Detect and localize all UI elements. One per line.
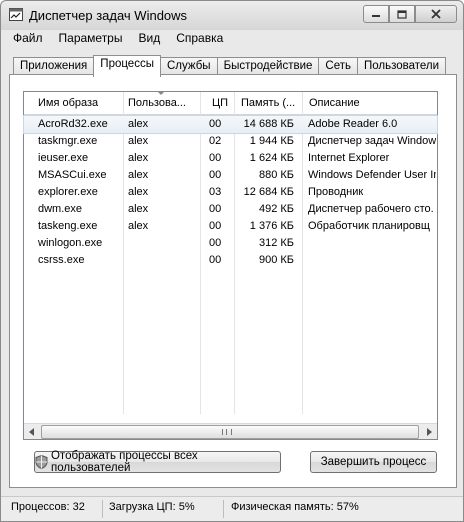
column-cpu[interactable]: ЦП: [212, 97, 232, 109]
column-header: Имя образа Пользова... ЦП Память (... Оп…: [24, 92, 437, 115]
process-memory: 900 КБ: [258, 254, 294, 266]
status-bar: Процессов: 32 Загрузка ЦП: 5% Физическая…: [1, 496, 463, 521]
process-name: explorer.exe: [38, 186, 98, 198]
process-memory: 12 684 КБ: [243, 186, 294, 198]
process-memory: 312 КБ: [258, 237, 294, 249]
process-description: Adobe Reader 6.0: [308, 118, 398, 130]
process-description: Обработчик планировщ: [308, 220, 430, 232]
maximize-icon: [397, 9, 407, 19]
process-user: alex: [128, 118, 149, 130]
arrow-right-icon: [427, 428, 432, 436]
title-bar: Диспетчер задач Windows: [1, 1, 463, 30]
column-description[interactable]: Описание: [309, 97, 429, 109]
end-process-button[interactable]: Завершить процесс: [310, 451, 437, 473]
show-all-users-processes-button[interactable]: Отображать процессы всех пользователей: [34, 450, 281, 474]
process-row[interactable]: taskeng.exe alex 00 1 376 КБ Обработчик …: [24, 218, 437, 235]
tab-strip: Приложения Процессы Службы Быстродействи…: [13, 55, 447, 77]
process-row[interactable]: dwm.exe alex 00 492 КБ Диспетчер рабочег…: [24, 201, 437, 218]
process-name: taskmgr.exe: [38, 135, 98, 147]
process-memory: 492 КБ: [258, 203, 294, 215]
close-icon: [431, 9, 441, 19]
process-memory: 1 944 КБ: [249, 135, 294, 147]
process-row[interactable]: csrss.exe 00 900 КБ: [24, 252, 437, 269]
column-user[interactable]: Пользова...: [128, 97, 196, 109]
process-row[interactable]: ieuser.exe alex 00 1 624 КБ Internet Exp…: [24, 150, 437, 167]
process-description: Диспетчер задач Window: [308, 135, 436, 147]
process-memory: 880 КБ: [258, 169, 294, 181]
process-list[interactable]: Имя образа Пользова... ЦП Память (... Оп…: [23, 91, 438, 440]
process-name: AcroRd32.exe: [38, 118, 108, 130]
sort-indicator-icon: [158, 92, 164, 95]
column-image-name[interactable]: Имя образа: [38, 97, 124, 109]
process-name: MSASCui.exe: [38, 169, 107, 181]
scrollbar-thumb[interactable]: [41, 425, 419, 439]
menu-file[interactable]: Файл: [5, 30, 51, 48]
process-user: alex: [128, 203, 149, 215]
status-physical-memory: Физическая память: 57%: [231, 501, 359, 513]
process-user: alex: [128, 220, 149, 232]
process-user: alex: [128, 186, 149, 198]
status-divider: [223, 500, 224, 518]
process-row[interactable]: winlogon.exe 00 312 КБ: [24, 235, 437, 252]
process-row[interactable]: taskmgr.exe alex 02 1 944 КБ Диспетчер з…: [24, 133, 437, 150]
status-divider: [102, 500, 103, 518]
task-manager-app-icon: [9, 8, 23, 21]
process-user: alex: [128, 135, 149, 147]
show-all-users-processes-label: Отображать процессы всех пользователей: [50, 450, 198, 474]
end-process-label: Завершить процесс: [320, 456, 427, 468]
minimize-button[interactable]: [363, 5, 389, 23]
process-row[interactable]: explorer.exe alex 03 12 684 КБ Проводник: [24, 184, 437, 201]
menu-bar: Файл Параметры Вид Справка: [5, 30, 231, 48]
menu-help[interactable]: Справка: [168, 30, 231, 48]
scroll-right-button[interactable]: [421, 424, 437, 440]
scrollbar-grip-icon: [222, 429, 232, 435]
process-rows: AcroRd32.exe alex 00 14 688 КБ Adobe Rea…: [23, 115, 438, 269]
process-name: ieuser.exe: [38, 152, 89, 164]
minimize-icon: [372, 15, 380, 17]
process-description: Проводник: [308, 186, 364, 198]
process-memory: 14 688 КБ: [243, 118, 294, 130]
arrow-left-icon: [29, 428, 34, 436]
close-button[interactable]: [415, 5, 457, 23]
process-row[interactable]: MSASCui.exe alex 00 880 КБ Windows Defen…: [24, 167, 437, 184]
process-memory: 1 376 КБ: [249, 220, 294, 232]
process-user: alex: [128, 152, 149, 164]
process-memory: 1 624 КБ: [249, 152, 294, 164]
status-cpu-usage: Загрузка ЦП: 5%: [109, 501, 195, 513]
menu-view[interactable]: Вид: [130, 30, 168, 48]
process-description: Internet Explorer: [308, 152, 390, 164]
process-user: alex: [128, 169, 149, 181]
menu-options[interactable]: Параметры: [51, 30, 131, 48]
column-memory[interactable]: Память (...: [241, 97, 301, 109]
maximize-button[interactable]: [389, 5, 415, 23]
process-description: Windows Defender User In: [308, 169, 436, 181]
window-title: Диспетчер задач Windows: [29, 8, 188, 23]
task-manager-window: Диспетчер задач Windows Файл Параметры В…: [0, 0, 464, 522]
process-name: csrss.exe: [38, 254, 85, 266]
scroll-left-button[interactable]: [24, 424, 40, 440]
process-name: winlogon.exe: [38, 237, 103, 249]
process-row[interactable]: AcroRd32.exe alex 00 14 688 КБ Adobe Rea…: [23, 115, 438, 134]
status-process-count: Процессов: 32: [11, 501, 85, 513]
process-name: dwm.exe: [38, 203, 83, 215]
window-controls: [363, 5, 457, 24]
tab-processes[interactable]: Процессы: [93, 55, 161, 77]
process-description: Диспетчер рабочего сто.: [308, 203, 434, 215]
process-name: taskeng.exe: [38, 220, 98, 232]
uac-shield-icon: [35, 455, 48, 469]
horizontal-scrollbar[interactable]: [24, 423, 437, 439]
